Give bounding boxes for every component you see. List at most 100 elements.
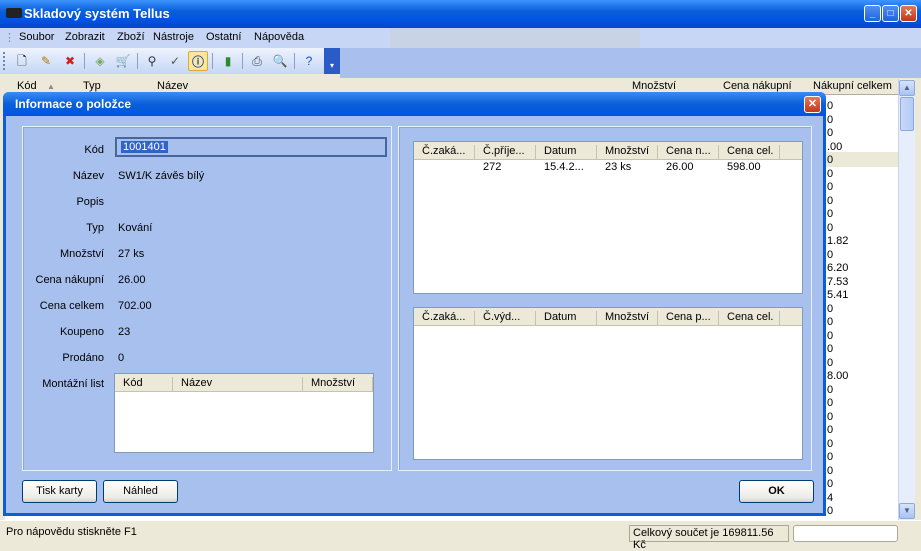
cart-icon[interactable]: 🛒 <box>113 51 133 71</box>
list-cell: 0 <box>827 343 834 355</box>
column-header[interactable]: Nákupní celkem <box>813 80 892 92</box>
print-icon[interactable]: ⎙ <box>247 51 267 71</box>
scroll-down-icon[interactable]: ▼ <box>899 503 915 519</box>
column-header[interactable]: Cena cel. <box>719 311 780 325</box>
list-cell: 8.00 <box>827 370 849 382</box>
list-cell: 0 <box>827 356 834 369</box>
window-title: Skladový systém Tellus <box>24 6 170 21</box>
column-header[interactable]: Cena cel. <box>719 145 780 159</box>
column-header[interactable]: Množství <box>597 145 658 159</box>
list-cell: 0 <box>827 167 834 180</box>
toolbar-separator <box>137 53 138 69</box>
table-cell: 272 <box>483 161 502 173</box>
column-header[interactable]: Množství <box>632 80 676 92</box>
vydej-grid[interactable]: Č.zaká... Č.výd... Datum Množství Cena p… <box>413 307 803 460</box>
montazni-grid[interactable]: Kód Název Množství <box>114 373 374 453</box>
info-icon[interactable]: ⓘ <box>188 51 208 71</box>
column-header[interactable]: Kód <box>17 80 37 92</box>
column-header[interactable]: Název <box>157 80 188 92</box>
filter-icon[interactable]: ✓ <box>165 51 185 71</box>
scroll-up-icon[interactable]: ▲ <box>899 80 915 96</box>
column-header[interactable]: Č.zaká... <box>414 311 475 325</box>
close-button[interactable]: ✕ <box>900 5 917 22</box>
toolbar: 🗋 ✎ ✖ ◈ 🛒 ⚲ ✓ ⓘ ▮ ⎙ 🔍 ? ▾ <box>0 48 340 74</box>
preview-icon[interactable]: 🔍 <box>270 51 290 71</box>
column-header[interactable]: Typ <box>83 80 101 92</box>
prijem-grid[interactable]: Č.zaká... Č.příje... Datum Množství Cena… <box>413 141 803 294</box>
dialog-title-bar: Informace o položce ✕ <box>3 92 826 116</box>
history-panel: Č.zaká... Č.příje... Datum Množství Cena… <box>398 126 812 471</box>
preview-button[interactable]: Náhled <box>103 480 178 503</box>
list-cell: 0 <box>827 181 834 193</box>
tag-icon[interactable]: ◈ <box>90 51 110 71</box>
selected-row <box>825 152 898 167</box>
cena-celkem-value: 702.00 <box>118 300 152 312</box>
new-icon[interactable]: 🗋 <box>12 51 32 71</box>
list-cell: 0 <box>827 464 834 477</box>
table-row[interactable]: 272 15.4.2... 23 ks 26.00 598.00 <box>414 161 802 176</box>
table-cell: 26.00 <box>666 161 694 173</box>
column-header[interactable]: Cena n... <box>658 145 719 159</box>
menu-napoveda[interactable]: Nápověda <box>254 31 304 43</box>
menu-ostatni[interactable]: Ostatní <box>206 31 241 43</box>
book-icon[interactable]: ▮ <box>218 51 238 71</box>
overflow-icon[interactable]: ▾ <box>324 48 340 74</box>
dialog-close-icon[interactable]: ✕ <box>804 96 821 113</box>
list-cell: 1.82 <box>827 235 849 247</box>
dialog-body: Kód 1001401 Název SW1/K závěs bílý Popis… <box>6 116 823 513</box>
title-bar: Skladový systém Tellus _ □ ✕ <box>0 0 921 28</box>
column-header[interactable]: Název <box>173 377 303 391</box>
cena-nakupni-value: 26.00 <box>118 274 146 286</box>
list-cell: 0 <box>827 113 834 126</box>
nazev-label: Název <box>72 170 104 182</box>
list-cell: 0 <box>827 383 834 396</box>
status-help-text: Pro nápovědu stiskněte F1 <box>6 526 137 538</box>
list-cell: 0 <box>827 424 834 436</box>
list-cell: 0 <box>827 100 834 112</box>
column-header[interactable]: Cena nákupní <box>723 80 792 92</box>
column-header[interactable]: Č.příje... <box>475 145 536 159</box>
popis-label: Popis <box>76 196 104 208</box>
typ-value: Kování <box>118 222 153 234</box>
column-header[interactable]: Datum <box>536 311 597 325</box>
list-cell: 7.53 <box>827 275 849 288</box>
kod-label: Kód <box>84 144 104 156</box>
column-header[interactable]: Kód <box>115 377 173 391</box>
ok-button[interactable]: OK <box>739 480 814 503</box>
table-cell: 598.00 <box>727 161 761 173</box>
list-cell: 4 <box>827 491 834 504</box>
find-icon[interactable]: ⚲ <box>142 51 162 71</box>
menu-zbozi[interactable]: Zboží <box>117 31 145 43</box>
print-card-button[interactable]: Tisk karty <box>22 480 97 503</box>
menu-soubor[interactable]: Soubor <box>19 31 54 43</box>
delete-icon[interactable]: ✖ <box>60 51 80 71</box>
sort-arrow-icon: ▲ <box>47 82 55 91</box>
menu-nastroje[interactable]: Nástroje <box>153 31 194 43</box>
column-header[interactable]: Množství <box>597 311 658 325</box>
column-header[interactable]: Množství <box>303 377 373 391</box>
edit-icon[interactable]: ✎ <box>36 51 56 71</box>
status-total: Celkový součet je 169811.56 Kč <box>629 525 789 551</box>
progress-bar <box>793 525 898 542</box>
grid-header: Č.zaká... Č.výd... Datum Množství Cena p… <box>414 308 802 326</box>
menu-zobrazit[interactable]: Zobrazit <box>65 31 105 43</box>
nazev-value: SW1/K závěs bílý <box>118 170 205 182</box>
scroll-thumb[interactable] <box>900 97 914 131</box>
column-header[interactable]: Datum <box>536 145 597 159</box>
prodano-value: 0 <box>118 352 125 364</box>
help-icon[interactable]: ? <box>299 51 319 71</box>
grid-header: Č.zaká... Č.příje... Datum Množství Cena… <box>414 142 802 160</box>
list-cell: 0 <box>827 154 834 166</box>
column-header[interactable]: Č.zaká... <box>414 145 475 159</box>
list-scrollbar[interactable]: ▲ ▼ <box>898 79 915 520</box>
kod-value: 1001401 <box>121 141 168 153</box>
toolbar-separator <box>84 53 85 69</box>
column-header[interactable]: Cena p... <box>658 311 719 325</box>
kod-field[interactable]: 1001401 <box>115 137 387 157</box>
column-header[interactable]: Č.výd... <box>475 311 536 325</box>
maximize-button[interactable]: □ <box>882 5 899 22</box>
list-cell: 0 <box>827 302 834 315</box>
list-cell: 6.20 <box>827 262 849 274</box>
table-cell: 15.4.2... <box>544 161 584 173</box>
minimize-button[interactable]: _ <box>864 5 881 22</box>
